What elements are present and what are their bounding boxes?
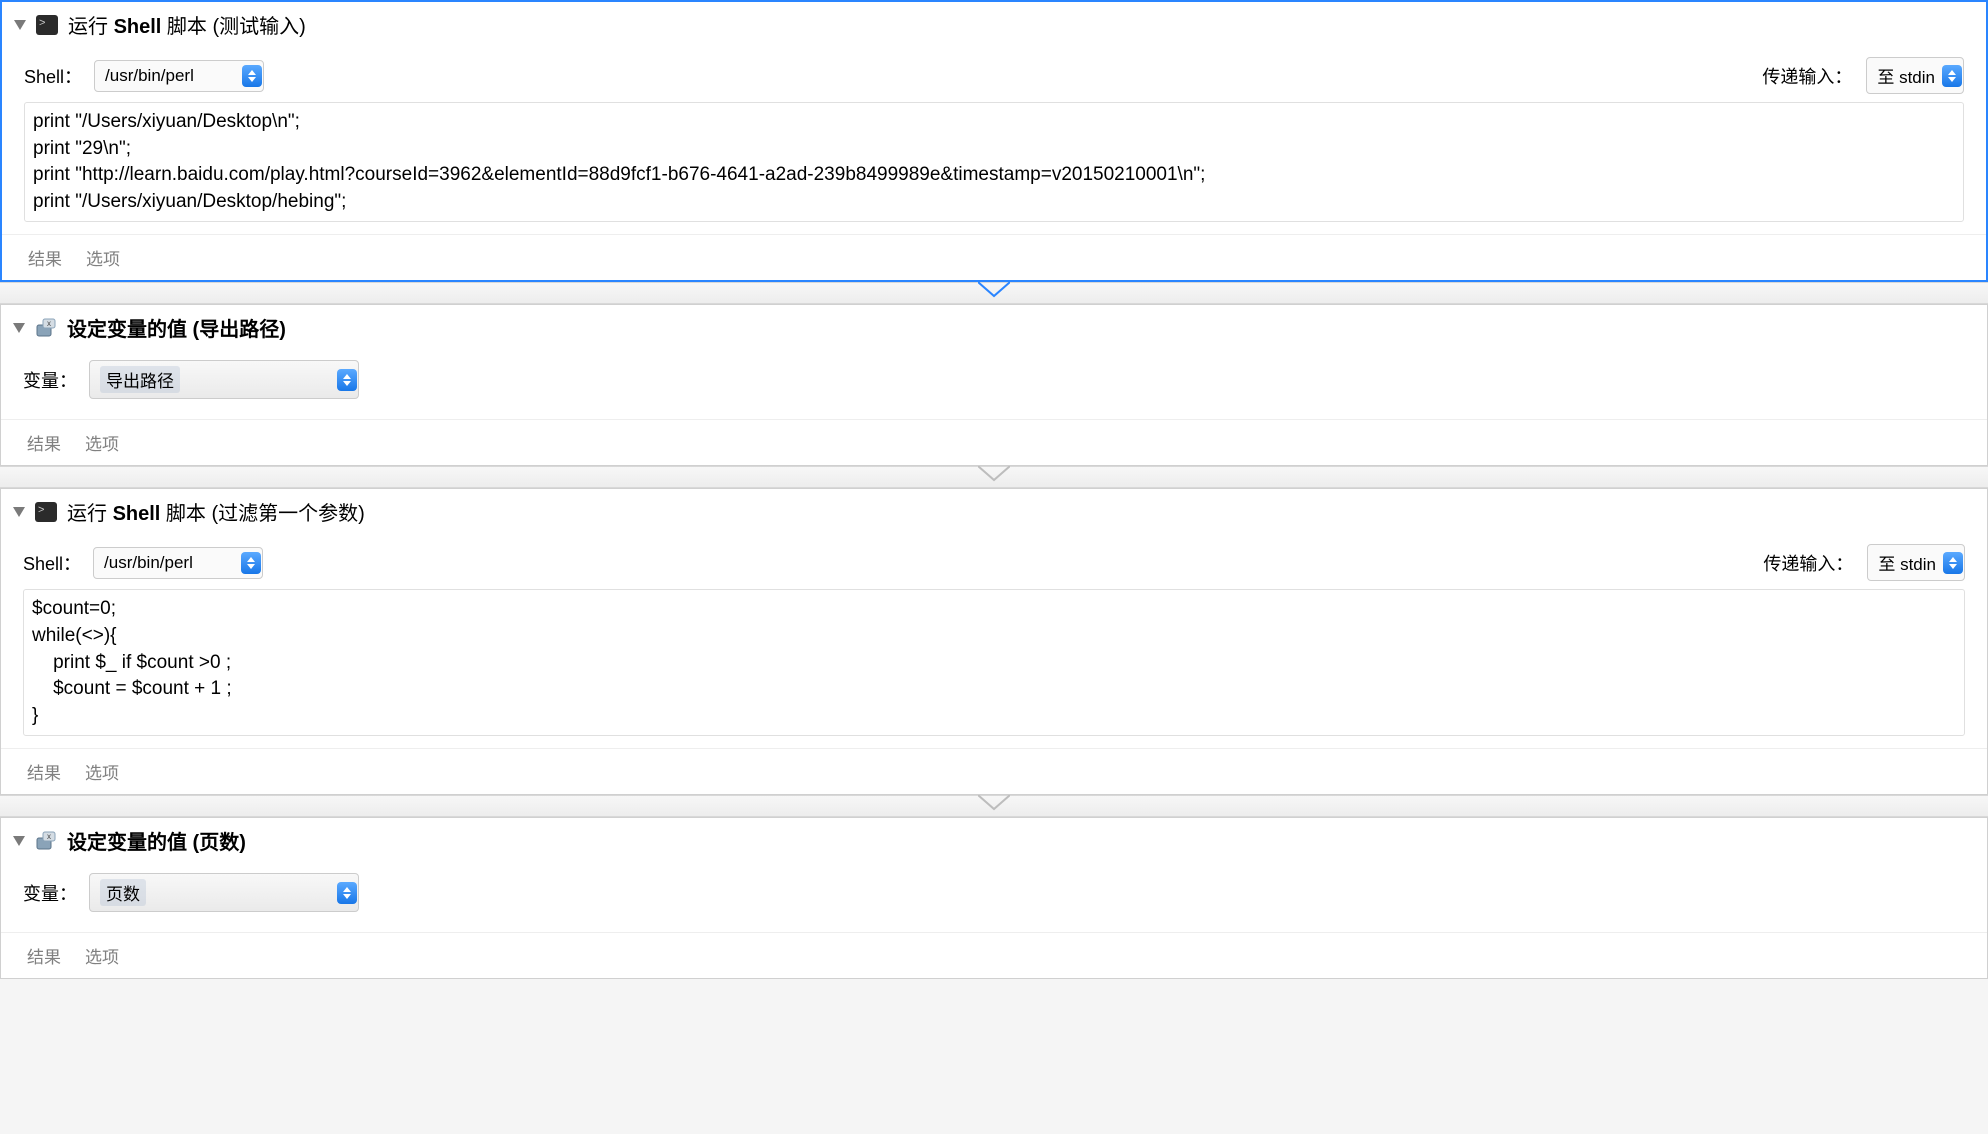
disclosure-triangle-icon[interactable]: [14, 20, 26, 30]
action-set-variable-2[interactable]: x 设定变量的值 (页数) 变量： 页数 结果 选项: [0, 817, 1988, 979]
variable-label: 变量：: [23, 880, 77, 906]
block-body: 变量： 页数: [1, 863, 1987, 932]
connector: [0, 282, 1988, 304]
title-suffix: 脚本 (过滤第一个参数): [160, 503, 364, 525]
chevron-updown-icon: [1943, 552, 1963, 574]
title-prefix: 运行: [67, 503, 113, 525]
options-button[interactable]: 选项: [86, 245, 120, 270]
shell-label: Shell：: [23, 550, 81, 576]
chevron-updown-icon: [1942, 65, 1962, 87]
variable-token: 导出路径: [100, 366, 180, 393]
variable-label: 变量：: [23, 367, 77, 393]
shell-select[interactable]: /usr/bin/perl: [93, 547, 263, 579]
pass-input-label: 传递输入：: [1762, 63, 1852, 89]
block-header: x 设定变量的值 (导出路径): [1, 305, 1987, 350]
action-set-variable-1[interactable]: x 设定变量的值 (导出路径) 变量： 导出路径 结果 选项: [0, 304, 1988, 466]
title-bold: Shell: [114, 16, 162, 38]
chevron-updown-icon: [337, 882, 357, 904]
variable-select[interactable]: 导出路径: [89, 360, 359, 399]
block-footer: 结果 选项: [2, 234, 1986, 280]
options-button[interactable]: 选项: [85, 430, 119, 455]
title-suffix: 脚本 (测试输入): [161, 16, 305, 38]
block-body: Shell： /usr/bin/perl 传递输入： 至 stdin print…: [2, 47, 1986, 234]
block-body: Shell： /usr/bin/perl 传递输入： 至 stdin $coun…: [1, 534, 1987, 748]
notch-icon: [978, 282, 1010, 298]
svg-text:x: x: [47, 319, 51, 328]
block-footer: 结果 选项: [1, 419, 1987, 465]
block-title: 设定变量的值 (页数): [67, 826, 246, 855]
variable-select[interactable]: 页数: [89, 873, 359, 912]
chevron-updown-icon: [241, 552, 261, 574]
title-bold: Shell: [113, 503, 161, 525]
pass-input-field: 传递输入： 至 stdin: [1763, 544, 1965, 581]
options-button[interactable]: 选项: [85, 943, 119, 968]
results-button[interactable]: 结果: [28, 245, 62, 270]
terminal-icon: [36, 15, 58, 35]
results-button[interactable]: 结果: [27, 430, 61, 455]
title-prefix: 运行: [68, 16, 114, 38]
script-textarea[interactable]: print "/Users/xiyuan/Desktop\n"; print "…: [24, 102, 1964, 222]
variable-icon: x: [35, 831, 57, 851]
chevron-updown-icon: [337, 369, 357, 391]
notch-icon: [978, 466, 1010, 482]
shell-label: Shell：: [24, 63, 82, 89]
pass-input-select[interactable]: 至 stdin: [1866, 57, 1964, 94]
block-header: 运行 Shell 脚本 (过滤第一个参数): [1, 489, 1987, 534]
disclosure-triangle-icon[interactable]: [13, 836, 25, 846]
variable-select-box: 页数: [89, 873, 359, 912]
pass-input-field: 传递输入： 至 stdin: [1762, 57, 1964, 94]
shell-select[interactable]: /usr/bin/perl: [94, 60, 264, 92]
disclosure-triangle-icon[interactable]: [13, 507, 25, 517]
pass-input-select[interactable]: 至 stdin: [1867, 544, 1965, 581]
block-title: 运行 Shell 脚本 (测试输入): [68, 10, 306, 39]
disclosure-triangle-icon[interactable]: [13, 323, 25, 333]
action-run-shell-2[interactable]: 运行 Shell 脚本 (过滤第一个参数) Shell： /usr/bin/pe…: [0, 488, 1988, 795]
field-row-shell: Shell： /usr/bin/perl 传递输入： 至 stdin: [23, 544, 1965, 581]
field-row-shell: Shell： /usr/bin/perl 传递输入： 至 stdin: [24, 57, 1964, 94]
results-button[interactable]: 结果: [27, 943, 61, 968]
options-button[interactable]: 选项: [85, 759, 119, 784]
connector: [0, 795, 1988, 817]
block-footer: 结果 选项: [1, 932, 1987, 978]
variable-token: 页数: [100, 879, 146, 906]
script-textarea[interactable]: $count=0; while(<>){ print $_ if $count …: [23, 589, 1965, 736]
connector: [0, 466, 1988, 488]
pass-input-label: 传递输入：: [1763, 550, 1853, 576]
variable-select-box: 导出路径: [89, 360, 359, 399]
block-footer: 结果 选项: [1, 748, 1987, 794]
field-row-variable: 变量： 导出路径: [23, 360, 1965, 399]
svg-text:x: x: [47, 832, 51, 841]
action-run-shell-1[interactable]: 运行 Shell 脚本 (测试输入) Shell： /usr/bin/perl …: [0, 0, 1988, 282]
variable-icon: x: [35, 318, 57, 338]
chevron-updown-icon: [242, 65, 262, 87]
block-header: 运行 Shell 脚本 (测试输入): [2, 2, 1986, 47]
shell-select-value: /usr/bin/perl: [93, 547, 263, 579]
block-header: x 设定变量的值 (页数): [1, 818, 1987, 863]
block-body: 变量： 导出路径: [1, 350, 1987, 419]
terminal-icon: [35, 502, 57, 522]
shell-select-value: /usr/bin/perl: [94, 60, 264, 92]
results-button[interactable]: 结果: [27, 759, 61, 784]
block-title: 设定变量的值 (导出路径): [67, 313, 286, 342]
field-row-variable: 变量： 页数: [23, 873, 1965, 912]
block-title: 运行 Shell 脚本 (过滤第一个参数): [67, 497, 365, 526]
notch-icon: [978, 795, 1010, 811]
